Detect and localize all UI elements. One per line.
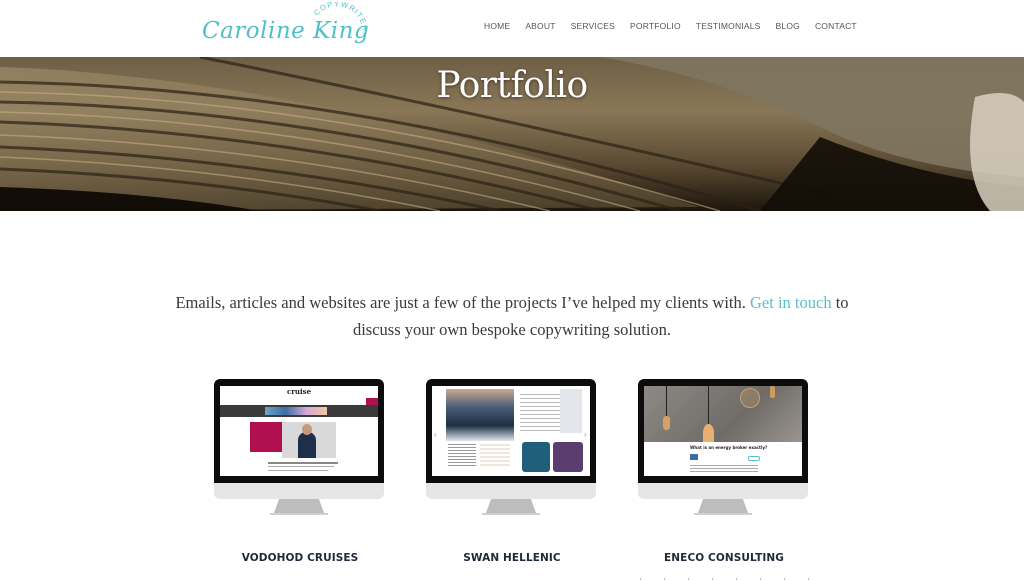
hero-banner: Portfolio [0, 57, 1024, 211]
nav-about[interactable]: ABOUT [525, 21, 555, 31]
portfolio-item-title[interactable]: VODOHOD CRUISES [194, 552, 406, 564]
page-title: Portfolio [436, 65, 588, 106]
portfolio-item-title[interactable]: SWAN HELLENIC [406, 552, 618, 564]
screen-preview: What is an energy broker exactly? [644, 386, 802, 476]
monitor-stand-base [482, 513, 540, 515]
monitor-mockup: What is an energy broker exactly? [638, 379, 810, 519]
decorative-dots [640, 578, 820, 580]
screen-headline: What is an energy broker exactly? [690, 445, 768, 450]
nav-home[interactable]: HOME [484, 21, 510, 31]
monitor-chin [426, 483, 596, 499]
svg-text:COPYWRITER.: COPYWRITER. [312, 2, 370, 36]
get-in-touch-link[interactable]: Get in touch [750, 293, 832, 312]
monitor-stand [698, 499, 748, 513]
nav-contact[interactable]: CONTACT [815, 21, 857, 31]
monitor-bezel: cruise [214, 379, 384, 483]
nav-blog[interactable]: BLOG [776, 21, 800, 31]
monitor-mockup: cruise [214, 379, 386, 519]
portfolio-item-title[interactable]: ENECO CONSULTING [618, 552, 830, 564]
monitor-stand-base [270, 513, 328, 515]
monitor-chin [638, 483, 808, 499]
monitor-bezel: ‹ › [426, 379, 596, 483]
screen-preview: cruise [220, 386, 378, 476]
monitor-stand [274, 499, 324, 513]
screen-headline: cruise [286, 387, 312, 396]
logo-tagline-arc: COPYWRITER. [312, 2, 370, 36]
monitor-chin [214, 483, 384, 499]
nav-testimonials[interactable]: TESTIMONIALS [696, 21, 761, 31]
intro-text: Emails, articles and websites are just a… [150, 289, 874, 343]
screen-preview: ‹ › [432, 386, 590, 476]
intro-text-before: Emails, articles and websites are just a… [175, 292, 751, 312]
nav-portfolio[interactable]: PORTFOLIO [630, 21, 681, 31]
monitor-stand [486, 499, 536, 513]
main-nav: HOME ABOUT SERVICES PORTFOLIO TESTIMONIA… [484, 21, 872, 31]
monitor-bezel: What is an energy broker exactly? [638, 379, 808, 483]
site-header: Caroline King COPYWRITER. HOME ABOUT SER… [0, 0, 1024, 57]
logo[interactable]: Caroline King COPYWRITER. [200, 2, 375, 56]
monitor-stand-base [694, 513, 752, 515]
monitor-mockup: ‹ › [426, 379, 598, 519]
nav-services[interactable]: SERVICES [571, 21, 615, 31]
logo-tagline: COPYWRITER. [312, 2, 369, 36]
